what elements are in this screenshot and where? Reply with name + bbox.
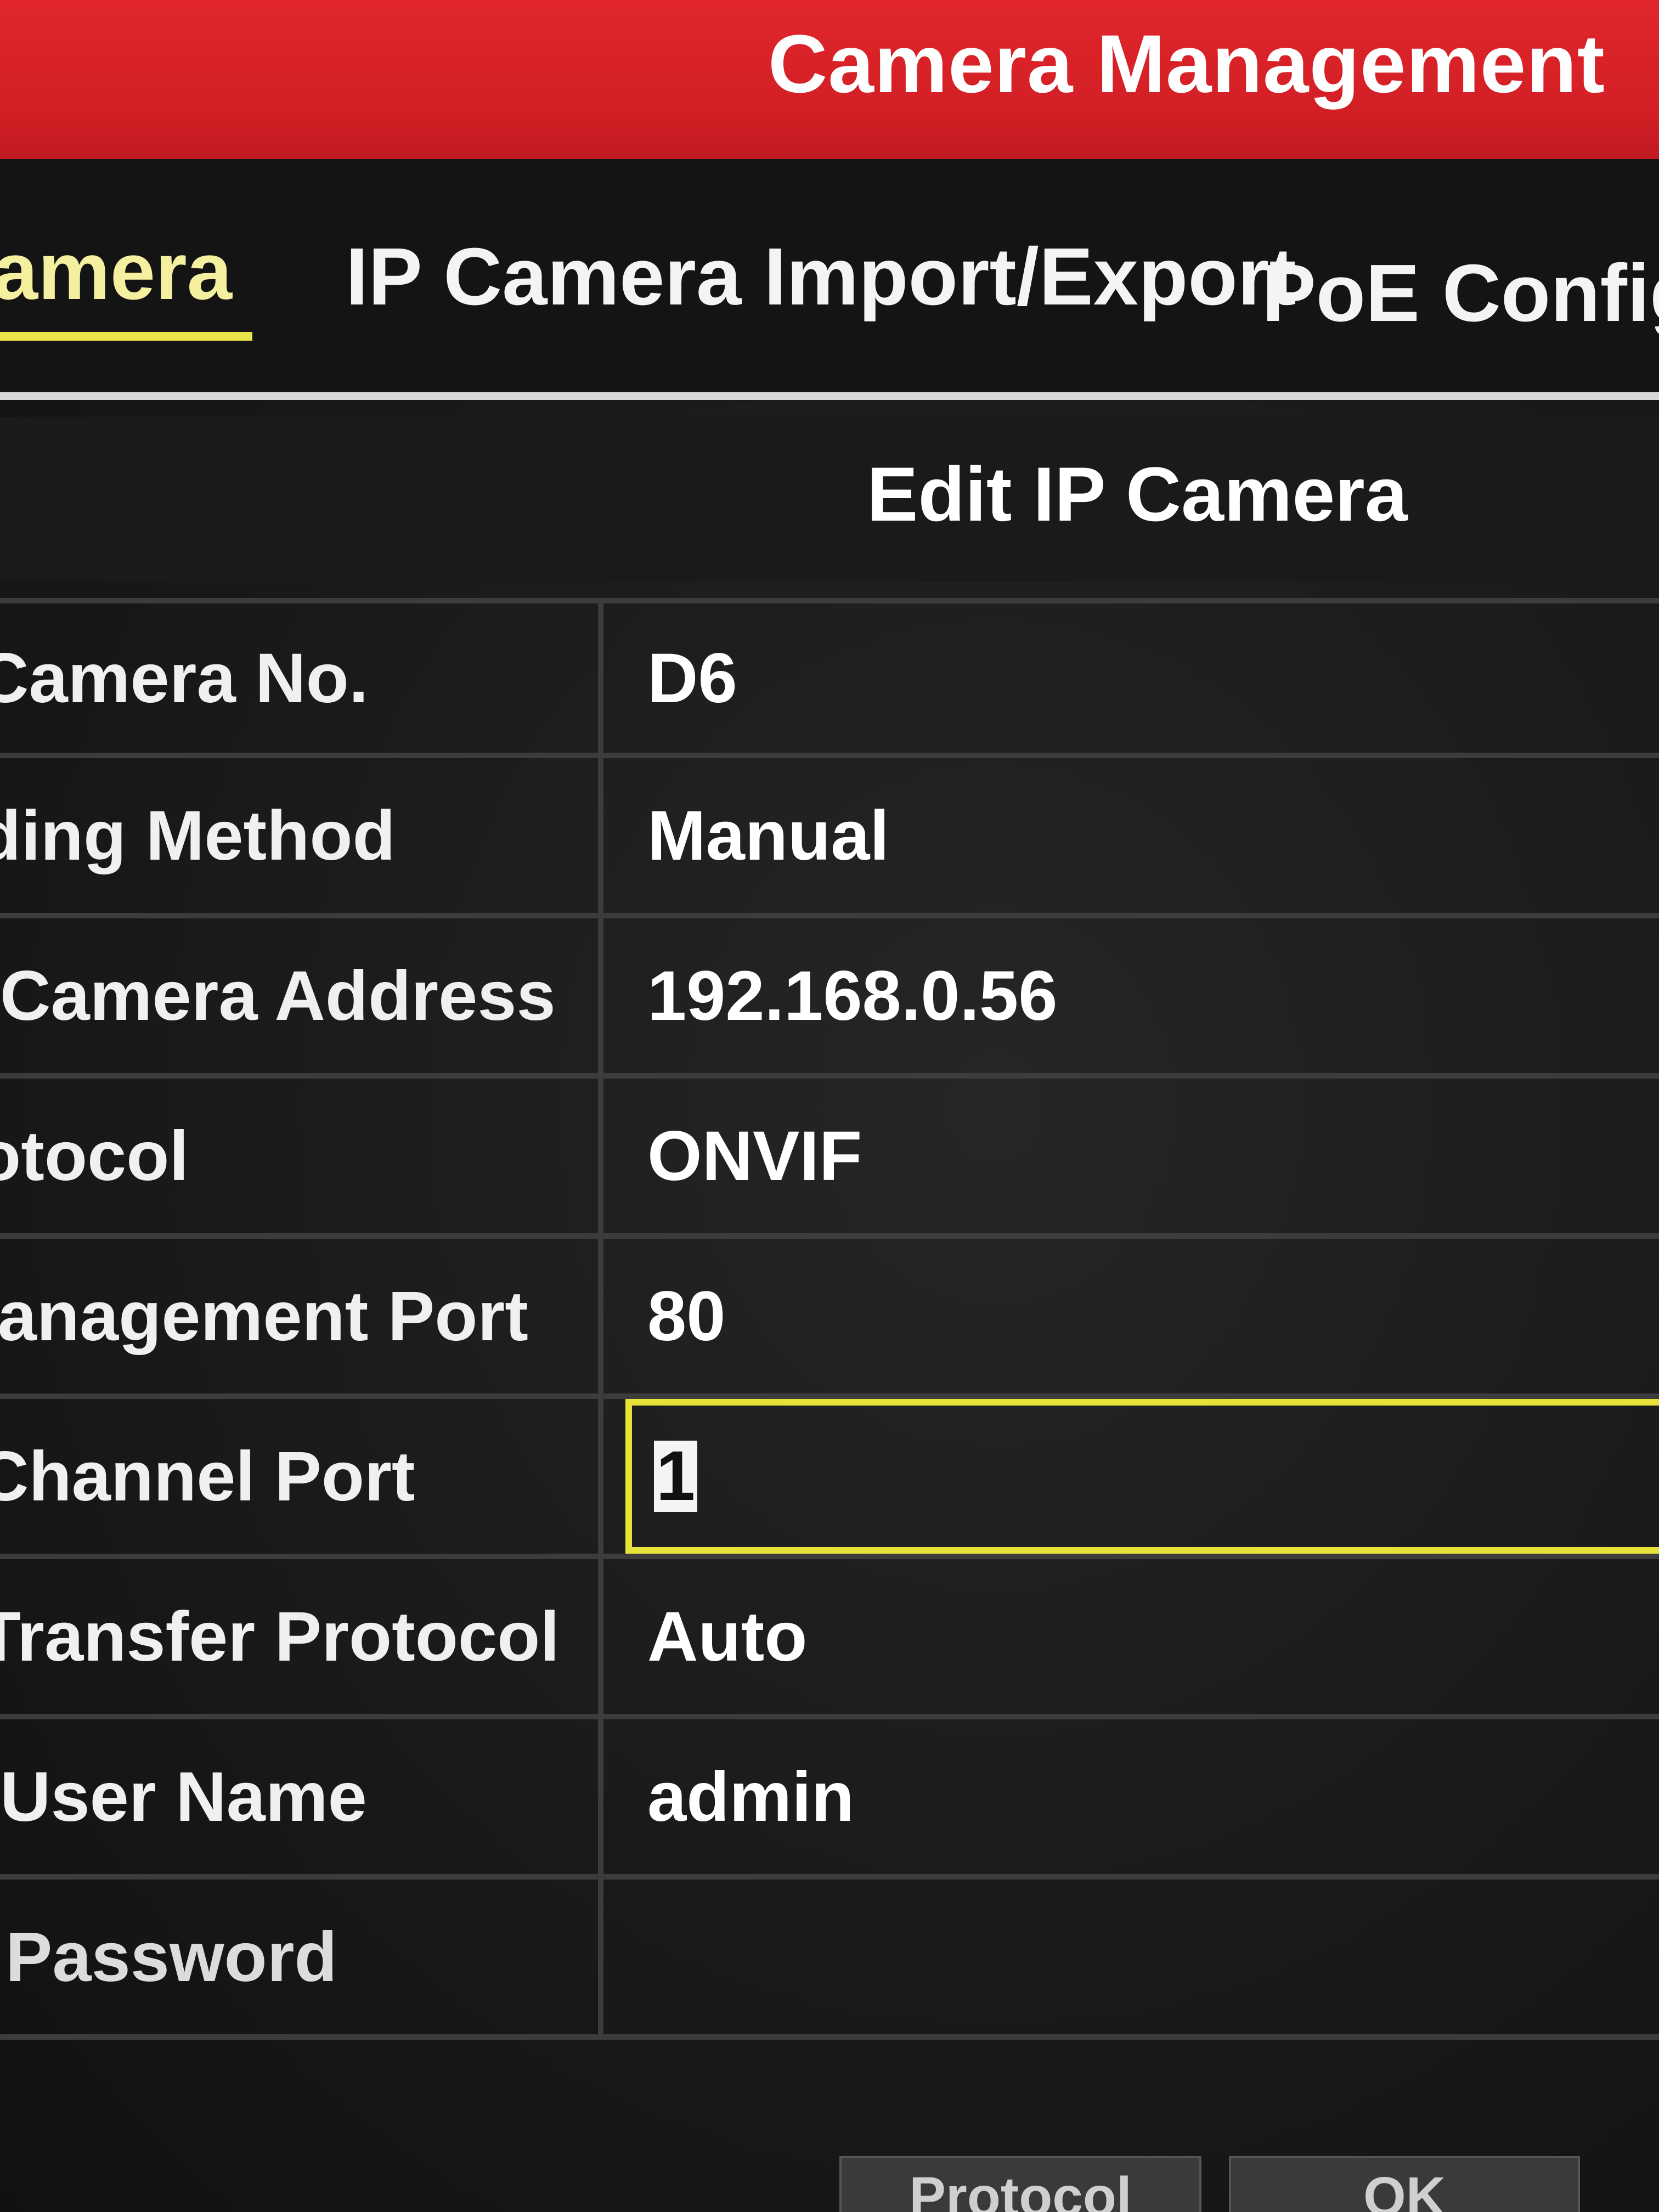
protocol-select[interactable]: ONVIF (625, 1079, 1659, 1233)
protocol-button[interactable]: Protocol (839, 2156, 1201, 2212)
form-row-camera-address: Camera Address 192.168.0.56 (0, 918, 1659, 1079)
field-label: Transfer Protocol (0, 1559, 603, 1714)
form-row-protocol: otocol ONVIF (0, 1079, 1659, 1239)
dialog-title: Edit IP Camera (867, 451, 1408, 537)
form-row-camera-no: Camera No. D6 (0, 598, 1659, 758)
dialog-header: Edit IP Camera (0, 417, 1659, 582)
window-title: Camera Management (768, 18, 1605, 110)
transfer-protocol-select[interactable]: Auto (625, 1559, 1659, 1714)
form-row-user-name: User Name admin (0, 1719, 1659, 1880)
tab-divider (0, 392, 1659, 400)
camera-address-input[interactable]: 192.168.0.56 (625, 918, 1659, 1073)
form-row-channel-port: Channel Port 1 (0, 1399, 1659, 1559)
tab-camera[interactable]: Camera (0, 225, 232, 318)
form-row-adding-method: ding Method Manual (0, 758, 1659, 918)
field-label: User Name (0, 1719, 603, 1874)
ok-button[interactable]: OK (1229, 2156, 1580, 2212)
edit-camera-form: Camera No. D6 ding Method Manual Camera … (0, 598, 1659, 2040)
channel-port-value: 1 (654, 1441, 698, 1512)
tab-poe-configuration[interactable]: PoE Configu (1262, 247, 1659, 340)
tab-strip: Camera IP Camera Import/Export PoE Confi… (0, 159, 1659, 400)
form-row-management-port: lanagement Port 80 (0, 1239, 1659, 1399)
form-row-transfer-protocol: Transfer Protocol Auto (0, 1559, 1659, 1719)
field-label: ding Method (0, 758, 603, 913)
field-label: Channel Port (0, 1399, 603, 1554)
active-tab-indicator (0, 332, 252, 341)
field-label: otocol (0, 1079, 603, 1233)
camera-no-value: D6 (647, 639, 737, 718)
adding-method-select[interactable]: Manual (625, 758, 1659, 913)
channel-port-input[interactable]: 1 (625, 1399, 1659, 1554)
field-label: Camera Address (0, 918, 603, 1073)
field-label: Password (0, 1880, 603, 2034)
field-label: Camera No. (0, 603, 603, 753)
form-row-password: Password (0, 1880, 1659, 2040)
tab-ip-camera-import-export[interactable]: IP Camera Import/Export (346, 230, 1296, 324)
title-bar: Camera Management (0, 0, 1659, 159)
user-name-input[interactable]: admin (625, 1719, 1659, 1874)
password-input[interactable] (625, 1880, 1659, 2034)
field-label: lanagement Port (0, 1239, 603, 1393)
management-port-input[interactable]: 80 (625, 1239, 1659, 1393)
screen: Camera Management Camera IP Camera Impor… (0, 0, 1659, 2212)
